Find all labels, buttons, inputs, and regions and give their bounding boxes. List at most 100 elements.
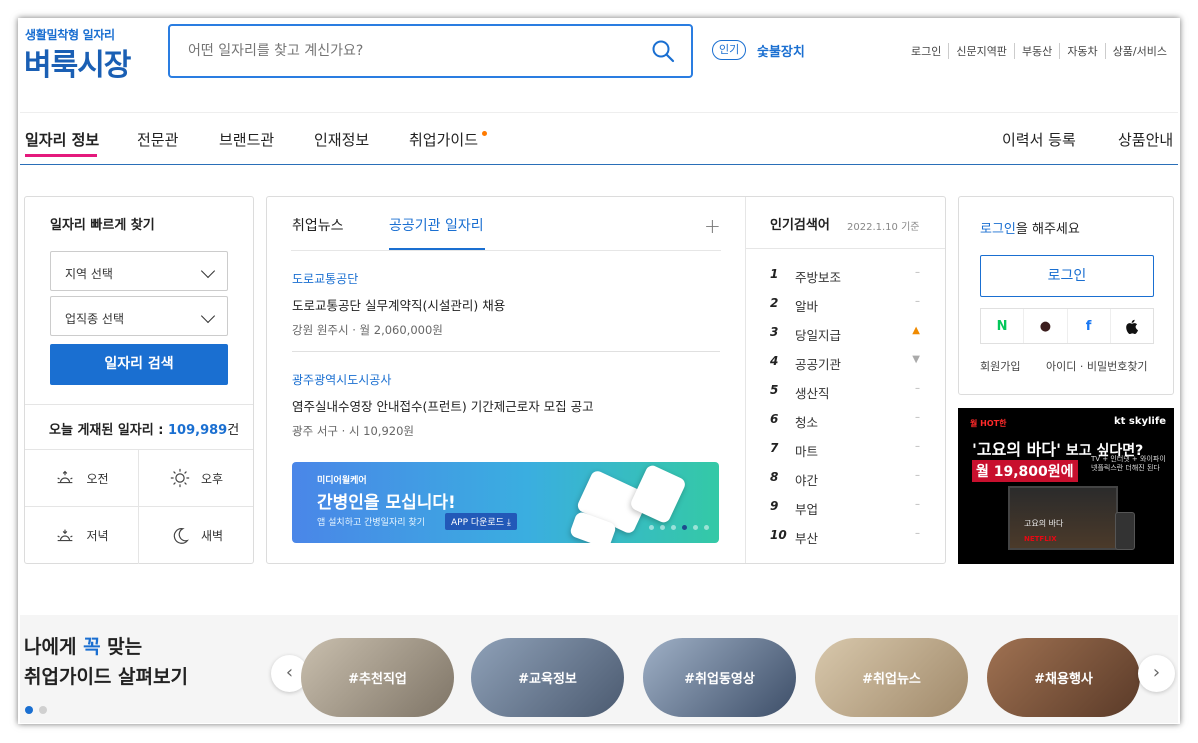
- trend-down-icon: ▼: [912, 354, 920, 365]
- news-panel: 취업뉴스 공공기관 일자리 + 도로교통공단 도로교통공단 실무계약직(시설관리…: [266, 196, 946, 564]
- keyword-row[interactable]: 9 부업 –: [770, 499, 920, 519]
- hot-keyword-badge: 인기: [712, 40, 747, 60]
- guide-card-recommended-jobs[interactable]: #추천직업: [301, 638, 454, 717]
- keyword-rank: 3: [770, 325, 779, 339]
- trend-icon: –: [915, 412, 920, 423]
- nav-brand[interactable]: 브랜드관: [219, 129, 274, 150]
- guide-title-line1: 나에게 꼭 맞는: [24, 632, 142, 659]
- search-input[interactable]: [188, 40, 628, 62]
- kakao-icon[interactable]: ●: [1023, 309, 1066, 343]
- keyword-text[interactable]: 주방보조: [795, 267, 841, 286]
- keyword-row[interactable]: 6 청소 –: [770, 412, 920, 432]
- search-box[interactable]: [168, 24, 693, 78]
- keyword-text[interactable]: 마트: [795, 441, 818, 460]
- naver-icon[interactable]: N: [981, 309, 1023, 343]
- time-evening[interactable]: 저녁: [25, 507, 139, 564]
- top-link-newspaper[interactable]: 신문지역판: [948, 43, 1014, 59]
- keyword-row[interactable]: 5 생산직 –: [770, 383, 920, 403]
- time-dawn[interactable]: 새벽: [139, 507, 253, 564]
- news-item[interactable]: 도로교통공단 도로교통공단 실무계약직(시설관리) 채용 강원 원주시 · 월 …: [292, 270, 720, 338]
- keyword-row[interactable]: 7 마트 –: [770, 441, 920, 461]
- main-nav: 일자리 정보 전문관 브랜드관 인재정보 취업가이드 이력서 등록 상품안내: [20, 112, 1178, 165]
- quick-search-title: 일자리 빠르게 찾기: [50, 218, 155, 233]
- nav-resume[interactable]: 이력서 등록: [1002, 129, 1076, 150]
- news-title[interactable]: 도로교통공단 실무계약직(시설관리) 채용: [292, 295, 720, 314]
- top-link-car[interactable]: 자동차: [1059, 43, 1104, 59]
- tab-job-news[interactable]: 취업뉴스: [292, 215, 344, 235]
- netflix-logo: NETFLIX: [1024, 535, 1057, 543]
- keyword-text[interactable]: 알바: [795, 296, 818, 315]
- login-link[interactable]: 로그인: [980, 222, 1016, 237]
- keyword-row[interactable]: 2 알바 –: [770, 296, 920, 316]
- nav-special[interactable]: 전문관: [137, 129, 178, 150]
- nav-guide[interactable]: 취업가이드: [409, 129, 478, 150]
- login-panel: 로그인을 해주세요 로그인 N ● f 회원가입 아이디 · 비밀번호찾기: [958, 196, 1174, 395]
- top-link-login[interactable]: 로그인: [904, 43, 948, 59]
- category-select[interactable]: 업직종 선택: [50, 296, 228, 336]
- apple-icon[interactable]: [1109, 309, 1153, 343]
- guide-title-text: 나에게: [24, 636, 84, 658]
- ad-brand-logo: kt skylife: [1113, 416, 1166, 427]
- search-icon[interactable]: [651, 39, 675, 63]
- guide-card-events[interactable]: #채용행사: [987, 638, 1140, 717]
- time-morning[interactable]: 오전: [25, 450, 139, 507]
- sunrise-icon: [57, 470, 74, 484]
- hot-keyword-link[interactable]: 숯불장치: [757, 41, 805, 60]
- category-select-label: 업직종 선택: [65, 312, 125, 326]
- login-button[interactable]: 로그인: [980, 255, 1154, 297]
- banner-pager[interactable]: [649, 525, 709, 530]
- keyword-row[interactable]: 4 공공기관 ▼: [770, 354, 920, 374]
- keyword-text[interactable]: 부업: [795, 499, 818, 518]
- time-morning-label: 오전: [86, 471, 109, 486]
- ad-headline-title: '고요의 바다': [972, 440, 1061, 459]
- trend-icon: –: [915, 296, 920, 307]
- guide-pager[interactable]: [25, 706, 47, 714]
- keyword-text[interactable]: 공공기관: [795, 354, 841, 373]
- facebook-icon[interactable]: f: [1066, 309, 1110, 343]
- keyword-text[interactable]: 청소: [795, 412, 818, 431]
- tab-public-jobs[interactable]: 공공기관 일자리: [389, 215, 484, 235]
- keyword-text[interactable]: 부산: [795, 528, 818, 547]
- next-arrow-icon[interactable]: ›: [1138, 655, 1175, 692]
- guide-card-news[interactable]: #취업뉴스: [815, 638, 968, 717]
- keyword-rank: 5: [770, 383, 779, 397]
- time-evening-label: 저녁: [86, 529, 109, 543]
- tv-title: 고요의 바다: [1024, 519, 1064, 528]
- quick-search-panel: 일자리 빠르게 찾기 지역 선택 업직종 선택 일자리 검색 오늘 게재된 일자…: [24, 196, 254, 564]
- nav-jobs[interactable]: 일자리 정보: [25, 129, 99, 150]
- news-meta: 강원 원주시 · 월 2,060,000원: [292, 323, 443, 337]
- keyword-text[interactable]: 생산직: [795, 383, 830, 402]
- keyword-row[interactable]: 10 부산 –: [770, 528, 920, 548]
- keyword-text[interactable]: 당일지급: [795, 325, 841, 344]
- tab-active-indicator: [389, 248, 485, 250]
- keyword-row[interactable]: 3 당일지급 ▲: [770, 325, 920, 345]
- keyword-row[interactable]: 8 야간 –: [770, 470, 920, 490]
- guide-card-education[interactable]: #교육정보: [471, 638, 624, 717]
- keyword-rank: 6: [770, 412, 779, 426]
- keyword-rank: 9: [770, 499, 779, 513]
- logo[interactable]: 벼룩시장: [24, 40, 131, 84]
- nav-products[interactable]: 상품안내: [1118, 129, 1173, 150]
- social-login: N ● f: [980, 308, 1154, 344]
- news-title[interactable]: 염주실내수영장 안내접수(프런트) 기간제근로자 모집 공고: [292, 396, 720, 415]
- job-search-button[interactable]: 일자리 검색: [50, 344, 228, 385]
- find-account-link[interactable]: 아이디 · 비밀번호찾기: [1046, 360, 1148, 373]
- skylife-ad-banner[interactable]: 월 HOT한 kt skylife '고요의 바다' 보고 싶다면? 월 19,…: [958, 408, 1174, 564]
- more-plus-icon[interactable]: +: [704, 214, 721, 238]
- top-link-realestate[interactable]: 부동산: [1013, 43, 1059, 59]
- signup-link[interactable]: 회원가입: [980, 360, 1020, 373]
- chevron-down-icon: [200, 263, 216, 279]
- guide-card-videos[interactable]: #취업동영상: [643, 638, 796, 717]
- time-afternoon[interactable]: 오후: [139, 450, 253, 507]
- app-download-button[interactable]: APP 다운로드 ⤓: [445, 513, 517, 530]
- keyword-text[interactable]: 야간: [795, 470, 818, 489]
- nav-talent[interactable]: 인재정보: [314, 129, 369, 150]
- news-item[interactable]: 광주광역시도시공사 염주실내수영장 안내접수(프런트) 기간제근로자 모집 공고…: [292, 371, 720, 439]
- keyword-row[interactable]: 1 주방보조 –: [770, 267, 920, 287]
- popular-keywords-date: 2022.1.10 기준: [847, 222, 920, 233]
- top-link-goods[interactable]: 상품/서비스: [1104, 43, 1174, 59]
- trend-icon: –: [915, 441, 920, 452]
- caregiver-banner[interactable]: 미디어윌케어 간병인을 모십니다! 앱 설치하고 간병일자리 찾기 APP 다운…: [292, 462, 719, 543]
- region-select[interactable]: 지역 선택: [50, 251, 228, 291]
- keyword-rank: 2: [770, 296, 779, 310]
